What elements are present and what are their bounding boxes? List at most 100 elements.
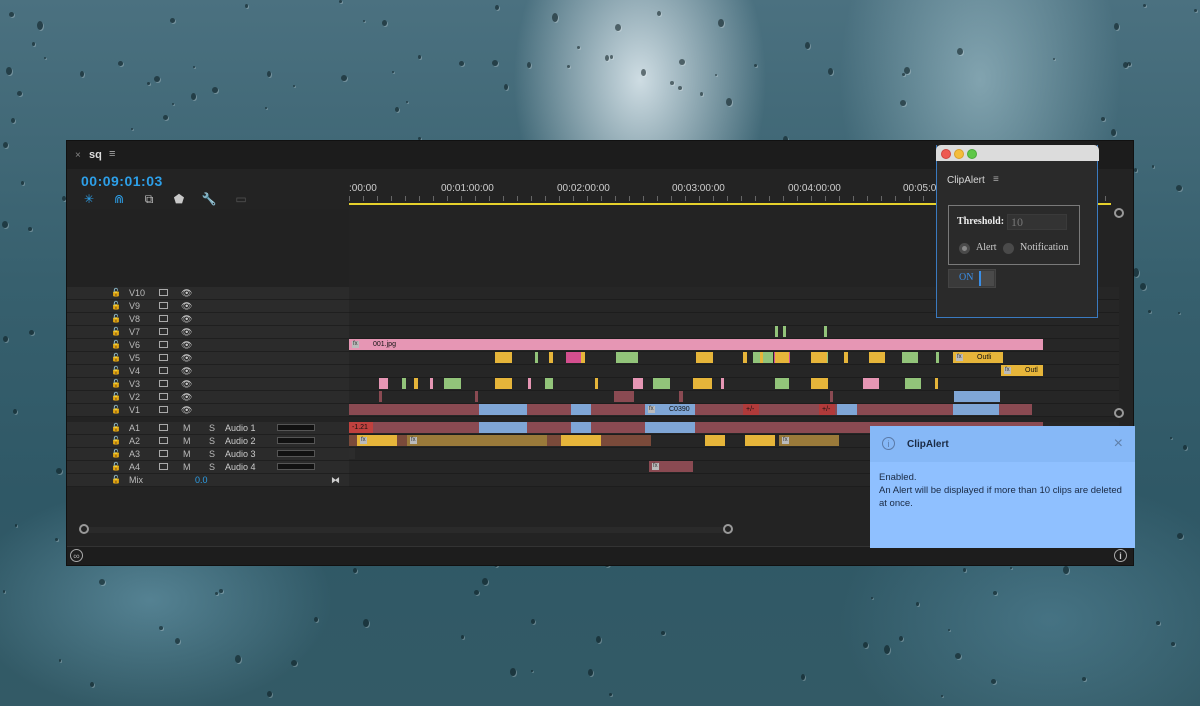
timeline-clip[interactable] (935, 378, 938, 389)
timeline-clip[interactable] (561, 435, 601, 446)
timeline-clip[interactable] (379, 391, 382, 402)
eye-icon[interactable]: 👁 (181, 352, 192, 364)
timeline-clip[interactable] (830, 391, 833, 402)
vertical-scroll-bottom-handle[interactable] (1114, 408, 1124, 418)
close-window-icon[interactable] (941, 149, 951, 159)
lock-icon[interactable]: 🔓 (111, 326, 121, 338)
timeline-clip[interactable] (402, 378, 406, 389)
magnet-icon[interactable]: ⋒ (111, 191, 127, 207)
timeline-clip[interactable] (783, 326, 786, 337)
timeline-clip[interactable] (760, 352, 763, 363)
timeline-clip[interactable] (811, 352, 827, 363)
vertical-scroll-top-handle[interactable] (1114, 208, 1124, 218)
timeline-clip[interactable]: fx 001.jpg (349, 339, 1043, 350)
timeline-clip[interactable] (616, 352, 638, 363)
sync-lock-icon[interactable] (159, 437, 168, 444)
timeline-clip[interactable] (444, 378, 461, 389)
timeline-clip[interactable]: -1.21 (349, 422, 373, 433)
video-track-row[interactable] (349, 391, 1119, 404)
timeline-clip[interactable] (811, 378, 828, 389)
lock-icon[interactable]: 🔓 (111, 435, 121, 447)
timeline-clip[interactable] (775, 326, 778, 337)
timeline-clip[interactable] (479, 422, 527, 433)
timeline-clip[interactable] (863, 378, 879, 389)
sync-lock-icon[interactable] (159, 463, 168, 470)
timeline-clip[interactable] (571, 422, 591, 433)
alert-radio-label[interactable]: Alert (976, 242, 997, 253)
sync-lock-icon[interactable] (159, 406, 168, 413)
sync-lock-icon[interactable] (159, 393, 168, 400)
volume-meter[interactable] (277, 437, 315, 444)
sync-lock-icon[interactable] (159, 380, 168, 387)
lock-icon[interactable]: 🔓 (111, 365, 121, 377)
lock-icon[interactable]: 🔓 (111, 461, 121, 473)
creative-cloud-icon[interactable]: ∞ (70, 549, 83, 562)
timeline-clip[interactable] (545, 378, 553, 389)
alert-radio[interactable] (959, 243, 970, 254)
timeline-clip[interactable] (528, 378, 531, 389)
horizontal-scrollbar[interactable] (79, 524, 733, 534)
timeline-clip[interactable] (495, 352, 512, 363)
timeline-clip[interactable] (679, 391, 683, 402)
zoom-window-icon[interactable] (967, 149, 977, 159)
linked-icon[interactable]: ⧉ (141, 191, 157, 207)
timeline-clip[interactable] (653, 378, 670, 389)
sync-lock-icon[interactable] (159, 315, 168, 322)
video-track-row[interactable] (349, 326, 1119, 339)
mute-button[interactable]: M (183, 435, 191, 447)
mix-end-icon[interactable]: ⧓ (331, 474, 340, 486)
lock-icon[interactable]: 🔓 (111, 339, 121, 351)
timeline-clip[interactable]: fx Outli (953, 352, 1003, 363)
eye-icon[interactable]: 👁 (181, 313, 192, 325)
lock-icon[interactable]: 🔓 (111, 378, 121, 390)
timeline-clip[interactable] (479, 404, 527, 415)
video-track-row[interactable] (349, 378, 1119, 391)
timeline-clip[interactable] (936, 352, 939, 363)
eye-icon[interactable]: 👁 (181, 391, 192, 403)
window-title-bar[interactable] (936, 145, 1099, 161)
sync-lock-icon[interactable] (159, 354, 168, 361)
eye-icon[interactable]: 👁 (181, 365, 192, 377)
timeline-clip[interactable] (595, 378, 598, 389)
solo-button[interactable]: S (209, 461, 215, 473)
scroll-start-handle[interactable] (79, 524, 89, 534)
timeline-clip[interactable] (414, 378, 418, 389)
mute-button[interactable]: M (183, 448, 191, 460)
timeline-clip[interactable] (869, 352, 885, 363)
mute-button[interactable]: M (183, 461, 191, 473)
tab-menu-icon[interactable]: ≡ (109, 148, 115, 160)
volume-meter[interactable] (277, 450, 315, 457)
lock-icon[interactable]: 🔓 (111, 404, 121, 416)
timeline-clip[interactable] (705, 435, 725, 446)
tab-close-icon[interactable]: × (75, 150, 81, 161)
solo-button[interactable]: S (209, 435, 215, 447)
timeline-clip[interactable] (549, 352, 553, 363)
lock-icon[interactable]: 🔓 (111, 352, 121, 364)
timeline-clip[interactable]: fx C0390 (645, 404, 695, 415)
timeline-clip[interactable] (475, 391, 478, 402)
timeline-clip[interactable] (614, 391, 634, 402)
timeline-clip[interactable] (902, 352, 918, 363)
timeline-clip[interactable] (745, 435, 775, 446)
timeline-clip[interactable] (581, 352, 585, 363)
lock-icon[interactable]: 🔓 (111, 287, 121, 299)
timeline-clip[interactable]: +/- (819, 404, 835, 415)
timeline-clip[interactable] (693, 378, 712, 389)
lock-icon[interactable]: 🔓 (111, 448, 121, 460)
close-icon[interactable]: × (1114, 435, 1123, 453)
lock-icon[interactable]: 🔓 (111, 391, 121, 403)
sync-lock-icon[interactable] (159, 367, 168, 374)
marker-icon[interactable]: ⬟ (171, 191, 187, 207)
sync-lock-icon[interactable] (159, 328, 168, 335)
ripple-icon[interactable]: ✳ (81, 191, 97, 207)
info-icon[interactable]: i (1114, 549, 1127, 562)
timeline-clip[interactable] (844, 352, 848, 363)
toggle-knob[interactable] (979, 271, 994, 286)
timeline-clip[interactable] (775, 352, 789, 363)
volume-meter[interactable] (277, 463, 315, 470)
notification-radio-label[interactable]: Notification (1020, 242, 1068, 253)
sync-lock-icon[interactable] (159, 424, 168, 431)
eye-icon[interactable]: 👁 (181, 287, 192, 299)
eye-icon[interactable]: 👁 (181, 326, 192, 338)
eye-icon[interactable]: 👁 (181, 300, 192, 312)
